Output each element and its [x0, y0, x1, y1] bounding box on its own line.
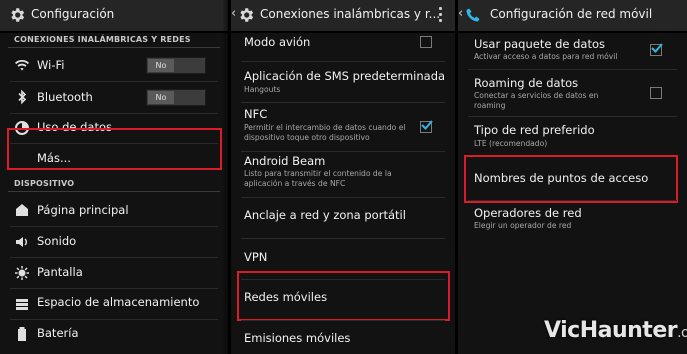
settings-gear-icon — [11, 8, 25, 22]
bluetooth-icon — [18, 89, 27, 105]
highlight-box — [464, 155, 678, 203]
list-item-use-data[interactable]: Usar paquete de datos Activar acceso a d… — [458, 32, 687, 70]
row-divider — [241, 61, 445, 62]
wireless-networks-panel: ‹ Conexiones inalámbricas y r... Modo av… — [231, 0, 455, 354]
up-caret-icon[interactable]: ‹ — [458, 6, 463, 21]
section-divider — [8, 191, 220, 192]
overflow-menu-icon[interactable] — [439, 7, 443, 23]
data-roaming-checkbox[interactable] — [650, 87, 662, 99]
page-title: Configuración — [31, 7, 115, 21]
settings-item-display[interactable]: Pantalla — [0, 258, 228, 288]
item-summary: Conectar a servicios de datos en roaming — [474, 91, 599, 110]
list-item-default-sms[interactable]: Aplicación de SMS predeterminada Hangout… — [231, 63, 455, 101]
wifi-label: Wi-Fi — [37, 58, 65, 72]
list-item-data-roaming[interactable]: Roaming de datos Conectar a servicios de… — [458, 70, 687, 116]
settings-item-storage[interactable]: Espacio de almacenamiento — [0, 289, 228, 319]
list-item-nfc[interactable]: NFC Permitir el intercambio de datos cua… — [231, 103, 455, 151]
home-icon — [16, 204, 28, 216]
list-item-cell-broadcasts[interactable]: Emisiones móviles — [231, 321, 455, 354]
wifi-row[interactable]: Wi-Fi No — [0, 50, 228, 80]
up-caret-icon[interactable]: ‹ — [231, 6, 236, 21]
list-item-airplane-mode[interactable]: Modo avión — [231, 32, 455, 62]
action-bar: ‹ Configuración de red móvil — [458, 0, 687, 33]
watermark-name: VicHaunter — [544, 318, 678, 343]
settings-panel: Configuración CONEXIONES INALÁMBRICAS Y … — [0, 0, 228, 354]
nfc-checkbox[interactable] — [420, 120, 433, 133]
item-label: Aplicación de SMS predeterminada — [244, 69, 446, 83]
toggle-knob: No — [148, 59, 174, 72]
mobile-network-settings-panel: ‹ Configuración de red móvil Usar paquet… — [458, 0, 687, 354]
item-summary: Hangouts — [244, 85, 281, 94]
item-summary: Elegir un operador de red — [474, 221, 572, 230]
settings-item-sound[interactable]: Sonido — [0, 227, 228, 257]
phone-icon[interactable] — [465, 7, 481, 23]
item-label: NFC — [244, 107, 268, 121]
item-label: VPN — [244, 250, 268, 264]
toggle-knob: No — [148, 91, 174, 104]
use-data-checkbox[interactable] — [650, 43, 663, 56]
action-bar: ‹ Conexiones inalámbricas y r... — [231, 0, 455, 33]
section-header-device: DISPOSITIVO — [14, 179, 75, 188]
item-label: Roaming de datos — [474, 76, 579, 90]
page-title: Configuración de red móvil — [490, 7, 653, 21]
list-item-network-operators[interactable]: Operadores de red Elegir un operador de … — [458, 201, 687, 239]
home-label: Página principal — [37, 203, 129, 217]
checkmark-icon — [421, 120, 433, 130]
airplane-mode-checkbox[interactable] — [420, 36, 432, 48]
bluetooth-toggle[interactable]: No — [146, 89, 206, 106]
display-label: Pantalla — [37, 265, 83, 279]
item-label: Anclaje a red y zona portátil — [244, 208, 406, 222]
item-summary: Listo para transmitir el contenido de la… — [244, 169, 392, 188]
wifi-icon — [15, 59, 29, 71]
watermark-logo: VicHaunter.org — [544, 318, 687, 343]
action-bar: Configuración — [0, 0, 228, 33]
settings-item-battery[interactable]: Batería — [0, 320, 228, 350]
item-summary: LTE (recomendado) — [474, 139, 548, 148]
sound-icon — [16, 237, 27, 247]
checkmark-icon — [651, 43, 663, 53]
list-item-preferred-network[interactable]: Tipo de red preferido LTE (recomendado) — [458, 117, 687, 155]
storage-icon — [16, 299, 28, 310]
storage-label: Espacio de almacenamiento — [37, 295, 200, 309]
item-label: Tipo de red preferido — [474, 123, 595, 137]
settings-gear-icon[interactable] — [237, 6, 255, 24]
sound-label: Sonido — [37, 234, 77, 248]
highlight-box — [237, 271, 450, 321]
bluetooth-label: Bluetooth — [37, 90, 93, 104]
list-item-tethering[interactable]: Anclaje a red y zona portátil — [231, 198, 455, 238]
bluetooth-row[interactable]: Bluetooth No — [0, 82, 228, 112]
item-label: Modo avión — [244, 35, 311, 49]
watermark-tld: .org — [677, 325, 687, 341]
item-summary: Permitir el intercambio de datos cuando … — [244, 123, 406, 142]
section-divider — [8, 47, 220, 48]
wifi-toggle[interactable]: No — [146, 57, 206, 74]
settings-item-home[interactable]: Página principal — [0, 195, 228, 225]
item-label: Android Beam — [244, 154, 326, 168]
item-label: Operadores de red — [474, 206, 582, 220]
display-icon — [15, 266, 29, 280]
battery-icon — [18, 327, 26, 341]
item-label: Usar paquete de datos — [474, 37, 606, 51]
item-summary: Activar acceso a datos para red móvil — [474, 52, 618, 61]
highlight-box — [7, 128, 222, 170]
list-item-android-beam[interactable]: Android Beam Listo para transmitir el co… — [231, 152, 455, 198]
battery-label: Batería — [37, 326, 79, 340]
section-header-wireless: CONEXIONES INALÁMBRICAS Y REDES — [14, 35, 191, 44]
page-title: Conexiones inalámbricas y r... — [260, 7, 441, 21]
item-label: Emisiones móviles — [244, 331, 351, 345]
